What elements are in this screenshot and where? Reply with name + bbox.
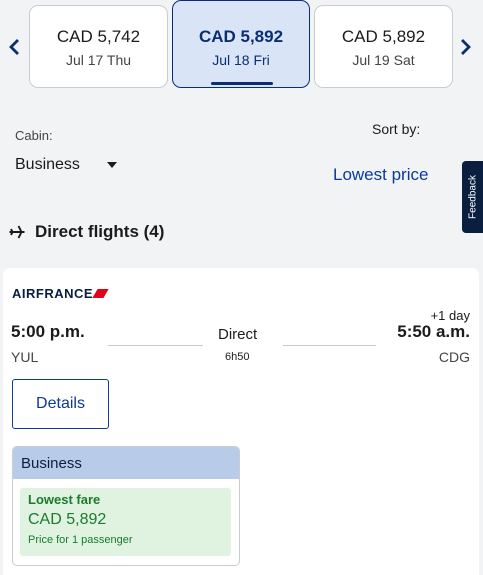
date-option-jul-19[interactable]: CAD 5,892 Jul 19 Sat bbox=[314, 5, 453, 88]
selected-indicator bbox=[211, 82, 273, 85]
cabin-select[interactable]: Business bbox=[15, 156, 117, 174]
section-header: Direct flights (4) bbox=[8, 222, 164, 242]
departure-time: 5:00 p.m. bbox=[11, 322, 85, 341]
fare-details: Lowest fare CAD 5,892 Price for 1 passen… bbox=[20, 488, 231, 556]
date-label: Jul 19 Sat bbox=[352, 52, 415, 68]
airline-logo: AIRFRANCE bbox=[12, 286, 109, 301]
date-price: CAD 5,892 bbox=[198, 27, 284, 46]
date-option-jul-18[interactable]: CAD 5,892 Jul 18 Fri bbox=[172, 0, 310, 88]
caret-down-icon bbox=[106, 162, 117, 168]
airplane-icon bbox=[9, 225, 25, 239]
date-label: Jul 18 Fri bbox=[212, 52, 270, 68]
airline-name: AIRFRANCE bbox=[12, 286, 94, 301]
sort-label: Sort by: bbox=[372, 121, 421, 137]
arrival-time: 5:50 a.m. bbox=[397, 322, 470, 341]
chevron-left-icon[interactable] bbox=[4, 38, 24, 60]
chevron-right-icon[interactable] bbox=[456, 38, 476, 60]
fare-option-business[interactable]: Business Lowest fare CAD 5,892 Price for… bbox=[12, 446, 240, 566]
flight-card[interactable]: AIRFRANCE 5:00 p.m. YUL Direct 6h50 +1 d… bbox=[3, 268, 479, 575]
fare-price: CAD 5,892 bbox=[28, 511, 107, 528]
route-line-right bbox=[283, 345, 376, 346]
route-line-left bbox=[108, 345, 203, 346]
details-button[interactable]: Details bbox=[12, 379, 109, 429]
arrival-airport: CDG bbox=[438, 349, 470, 365]
day-offset: +1 day bbox=[430, 308, 470, 323]
feedback-tab[interactable]: Feedback bbox=[462, 161, 483, 233]
date-option-jul-17[interactable]: CAD 5,742 Jul 17 Thu bbox=[29, 5, 168, 88]
section-title: Direct flights (4) bbox=[35, 222, 165, 241]
stops-label: Direct bbox=[218, 326, 258, 343]
departure-airport: YUL bbox=[11, 349, 39, 365]
fare-cabin: Business bbox=[13, 447, 239, 479]
cabin-label: Cabin: bbox=[15, 128, 53, 143]
date-price: CAD 5,742 bbox=[56, 27, 141, 46]
fare-tag: Lowest fare bbox=[28, 492, 101, 507]
cabin-value: Business bbox=[15, 156, 80, 173]
flight-duration: 6h50 bbox=[225, 351, 250, 363]
feedback-label: Feedback bbox=[467, 175, 479, 219]
sort-select[interactable]: Lowest price bbox=[333, 165, 428, 185]
date-price: CAD 5,892 bbox=[341, 27, 426, 46]
fare-note: Price for 1 passenger bbox=[28, 534, 133, 546]
airline-logo-mark bbox=[92, 289, 109, 298]
date-label: Jul 17 Thu bbox=[65, 52, 132, 68]
